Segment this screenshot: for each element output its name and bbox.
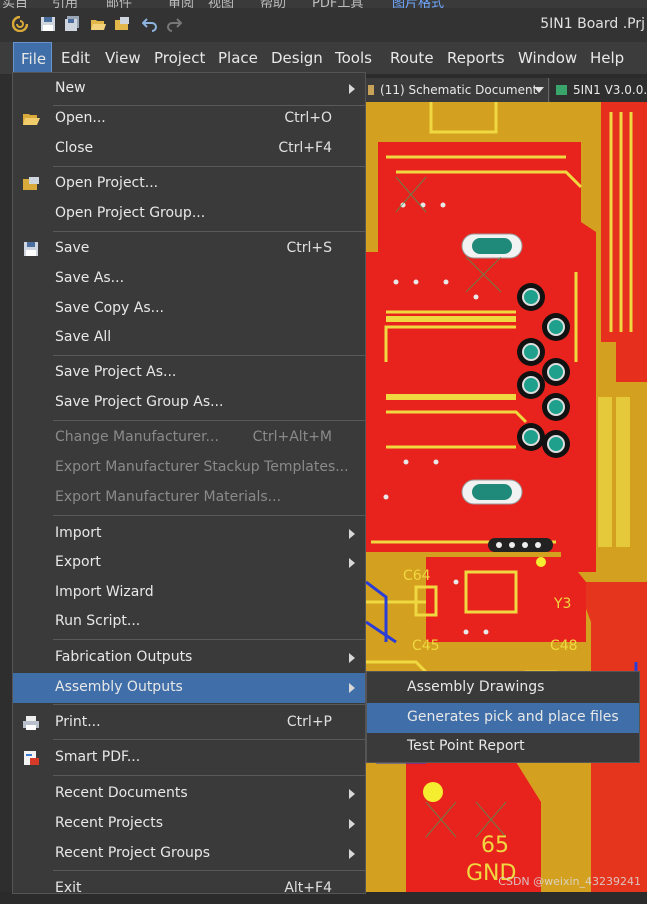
- title-bar: 5IN1 Board .Prj: [0, 8, 647, 42]
- pcb-label-y3: Y3: [553, 596, 571, 612]
- submenu-arrow-icon: [349, 683, 355, 693]
- ribbon-tab[interactable]: 帮助: [260, 0, 286, 8]
- ribbon-tab[interactable]: 视图: [208, 0, 234, 8]
- ribbon-tab[interactable]: PDF工具: [312, 0, 363, 8]
- submenu-arrow-icon: [349, 819, 355, 829]
- menu-item-exit[interactable]: Exit Alt+F4: [13, 874, 365, 904]
- menu-item-open-project[interactable]: Open Project...: [13, 169, 365, 199]
- submenu-arrow-icon: [349, 849, 355, 859]
- menu-item-export-stackup-templates: Export Manufacturer Stackup Templates...: [55, 459, 349, 475]
- menu-item-import[interactable]: Import: [13, 519, 365, 549]
- ribbon-tab[interactable]: 实目: [2, 0, 28, 8]
- tab-schematic[interactable]: (11) Schematic Document: [380, 78, 537, 102]
- window-title: 5IN1 Board .Prj: [540, 16, 645, 32]
- submenu-item-pick-and-place[interactable]: Generates pick and place files: [367, 703, 639, 733]
- undo-icon[interactable]: [142, 16, 158, 32]
- menu-edit[interactable]: Edit: [61, 42, 90, 74]
- save-icon[interactable]: [40, 16, 56, 32]
- menu-bar: File Edit View Project Place Design Tool…: [0, 42, 647, 74]
- menu-item-recent-projects[interactable]: Recent Projects: [13, 809, 365, 839]
- open-project-icon[interactable]: [114, 16, 130, 32]
- menu-item-import-wizard[interactable]: Import Wizard: [13, 578, 365, 608]
- menu-item-open-project-group[interactable]: Open Project Group...: [13, 199, 365, 229]
- document-tab-bar: (11) Schematic Document 5IN1 V3.0.0.1: [366, 78, 647, 102]
- tab-dropdown-icon[interactable]: [534, 87, 544, 93]
- menu-item-assembly-outputs[interactable]: Assembly Outputs: [13, 673, 365, 703]
- open-project-icon: [23, 177, 39, 190]
- printer-icon: [23, 716, 39, 730]
- pcb-label-65: 65: [481, 833, 509, 858]
- menu-item-close[interactable]: Close Ctrl+F4: [13, 134, 365, 164]
- menu-reports[interactable]: Reports: [447, 42, 505, 74]
- save-icon: [24, 242, 38, 256]
- menu-project[interactable]: Project: [154, 42, 205, 74]
- pcb-label-c45: C45: [412, 638, 440, 654]
- pcb-label-c48: C48: [550, 638, 578, 654]
- submenu-arrow-icon: [349, 84, 355, 94]
- submenu-item-assembly-drawings[interactable]: Assembly Drawings: [367, 673, 639, 703]
- menu-place[interactable]: Place: [218, 42, 258, 74]
- smart-pdf-icon: [24, 751, 39, 765]
- menu-tools[interactable]: Tools: [335, 42, 372, 74]
- menu-item-change-manufacturer: Change Manufacturer... Ctrl+Alt+M: [55, 429, 332, 445]
- pcb-doc-icon: [556, 85, 567, 95]
- menu-item-smart-pdf[interactable]: Smart PDF...: [13, 743, 365, 773]
- menu-item-save-all[interactable]: Save All: [13, 323, 365, 353]
- menu-route[interactable]: Route: [390, 42, 434, 74]
- menu-item-new[interactable]: New: [13, 74, 365, 104]
- pcb-canvas[interactable]: C64 Y3 C45 C48 65 GND: [366, 102, 647, 892]
- submenu-arrow-icon: [349, 789, 355, 799]
- menu-item-save-project-group-as[interactable]: Save Project Group As...: [13, 388, 365, 418]
- open-folder-icon[interactable]: [90, 16, 106, 32]
- menu-window[interactable]: Window: [518, 42, 577, 74]
- ribbon-tab[interactable]: 引用: [52, 0, 78, 8]
- left-panel-strip: [0, 74, 12, 892]
- menu-item-recent-documents[interactable]: Recent Documents: [13, 779, 365, 809]
- ribbon-tab[interactable]: 图片格式: [392, 0, 444, 8]
- menu-item-save[interactable]: Save Ctrl+S: [13, 234, 365, 264]
- menu-file[interactable]: File: [13, 42, 52, 74]
- submenu-arrow-icon: [349, 529, 355, 539]
- menu-item-export-materials: Export Manufacturer Materials...: [55, 489, 282, 505]
- menu-item-print[interactable]: Print... Ctrl+P: [13, 708, 365, 738]
- app-logo-icon: [12, 16, 28, 32]
- menu-design[interactable]: Design: [271, 42, 323, 74]
- save-all-icon[interactable]: [64, 16, 80, 32]
- ribbon-tab[interactable]: 邮件: [106, 0, 132, 8]
- menu-item-run-script[interactable]: Run Script...: [13, 607, 365, 637]
- assembly-outputs-submenu: Assembly Drawings Generates pick and pla…: [366, 671, 640, 763]
- submenu-item-test-point-report[interactable]: Test Point Report: [367, 732, 639, 762]
- pcb-label-c64: C64: [403, 568, 431, 584]
- menu-view[interactable]: View: [105, 42, 141, 74]
- menu-item-save-project-as[interactable]: Save Project As...: [13, 358, 365, 388]
- ribbon-tab[interactable]: 审阅: [168, 0, 194, 8]
- menu-item-open[interactable]: Open... Ctrl+O: [13, 104, 365, 134]
- watermark: CSDN @weixin_43239241: [498, 875, 641, 888]
- submenu-arrow-icon: [349, 558, 355, 568]
- tab-pcb[interactable]: 5IN1 V3.0.0.1: [573, 78, 647, 102]
- menu-item-save-as[interactable]: Save As...: [13, 264, 365, 294]
- schematic-doc-icon: [368, 85, 374, 95]
- menu-help[interactable]: Help: [590, 42, 624, 74]
- folder-open-icon: [23, 114, 40, 125]
- redo-icon[interactable]: [166, 16, 182, 32]
- menu-item-recent-project-groups[interactable]: Recent Project Groups: [13, 839, 365, 869]
- top-ribbon-cutoff: 实目 引用 邮件 审阅 视图 帮助 PDF工具 图片格式: [0, 0, 647, 8]
- file-menu-dropdown: New Open... Ctrl+O Close Ctrl+F4 Open Proj…: [12, 72, 366, 896]
- menu-item-save-copy-as[interactable]: Save Copy As...: [13, 294, 365, 324]
- menu-item-fabrication-outputs[interactable]: Fabrication Outputs: [13, 643, 365, 673]
- menu-item-export[interactable]: Export: [13, 548, 365, 578]
- submenu-arrow-icon: [349, 653, 355, 663]
